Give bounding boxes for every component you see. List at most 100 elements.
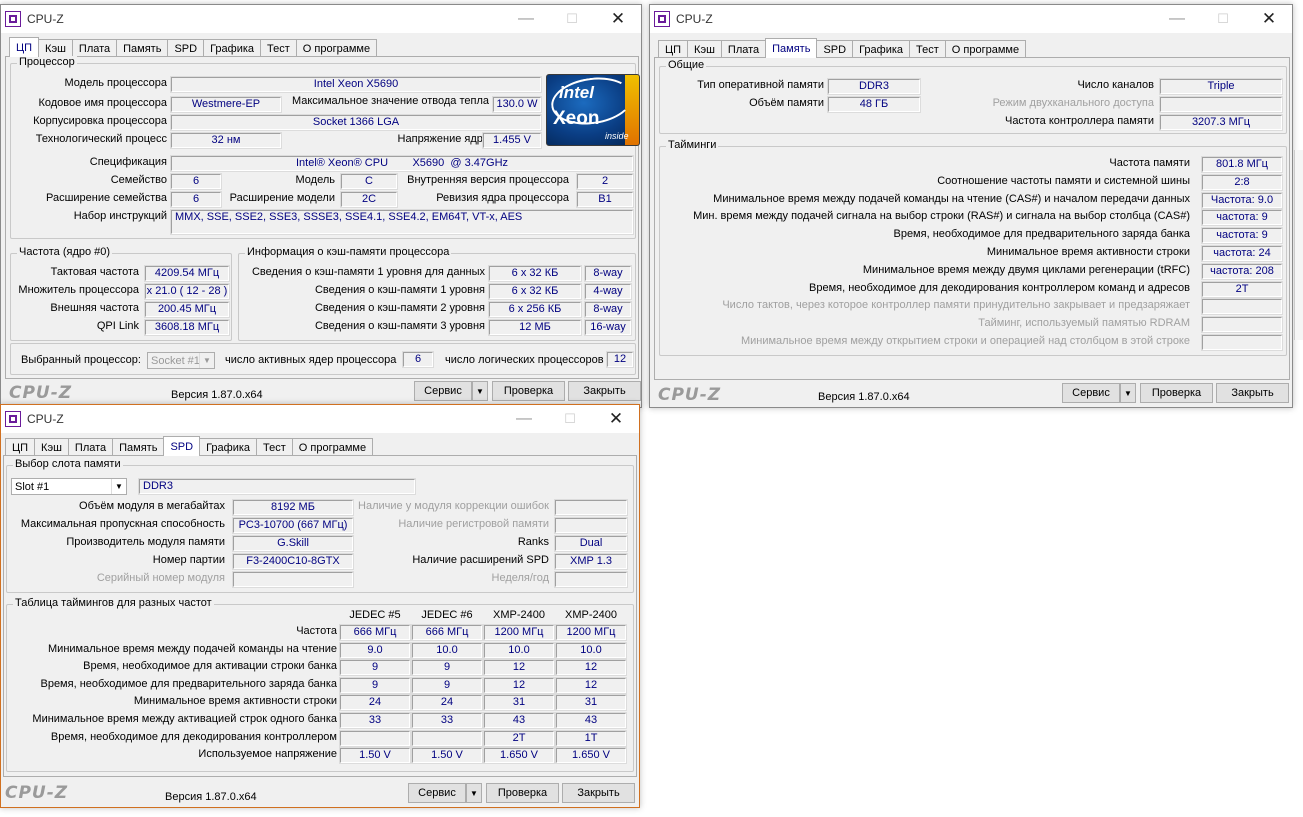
table-row-label: Время, необходимое для активации строки … [83,660,337,673]
table-cell: 1.50 V [339,747,411,765]
cpuz-window-cpu: CPU-Z — ☐ ✕ ЦП Кэш Плата Память SPD Граф… [0,4,642,408]
validate-button[interactable]: Проверка [492,381,565,401]
revision-label: Ревизия ядра процессора [436,192,569,204]
tab-cache[interactable]: Кэш [38,39,73,57]
validate-button[interactable]: Проверка [1140,383,1213,403]
tools-dropdown-icon[interactable]: ▼ [1120,383,1136,403]
timing-label: Соотношение частоты памяти и системной ш… [937,174,1190,187]
tab-about[interactable]: О программе [291,438,374,456]
channels-value: Triple [1159,78,1283,95]
background-window-edge [1294,150,1303,340]
tab-graphics[interactable]: Графика [199,438,258,456]
table-row-label: Используемое напряжение [198,748,337,761]
revision-value: B1 [576,191,634,208]
tab-about[interactable]: О программе [944,40,1027,58]
clocks-group-title: Частота (ядро #0) [17,246,113,258]
tab-spd[interactable]: SPD [163,436,201,456]
timings-table-title: Таблица таймингов для разных частот [13,597,214,609]
tools-dropdown-icon[interactable]: ▼ [466,783,482,803]
memory-type-value: DDR3 [827,78,921,95]
processor-select[interactable]: Socket #1 ▼ [147,352,215,369]
table-cell: 1200 МГц [555,624,627,641]
spd-ext-label: Наличие расширений SPD [412,554,549,566]
close-icon[interactable]: ✕ [1246,5,1292,33]
maximize-icon[interactable]: ☐ [547,405,593,433]
tab-cpu[interactable]: ЦП [9,37,40,57]
tab-mainboard[interactable]: Плата [71,39,118,57]
voltage-value: 1.455 V [482,132,542,149]
tab-bench[interactable]: Тест [260,39,297,57]
tab-memory[interactable]: Память [765,38,818,58]
qpi-value: 3608.18 МГц [144,319,230,336]
bus-speed-label: Внешняя частота [50,302,139,314]
table-row-label: Минимальное время между активацией строк… [32,713,337,725]
cpuz-window-spd: CPU-Z — ☐ ✕ ЦП Кэш Плата Память SPD Граф… [0,404,640,808]
tab-spd[interactable]: SPD [167,39,205,57]
cpuz-logo: CPU-Z [9,383,73,403]
timing-label: Время, необходимое для предварительного … [893,228,1190,241]
slot-select[interactable]: Slot #1 ▼ [11,478,127,495]
tab-memory[interactable]: Память [112,438,165,456]
timing-label: Минимальное время между открытием строки… [740,335,1190,347]
tab-cache[interactable]: Кэш [687,40,722,58]
tab-cache[interactable]: Кэш [34,438,69,456]
close-button[interactable]: Закрыть [568,381,641,401]
timing-value: частота: 9 [1201,227,1283,245]
registered-label: Наличие регистровой памяти [398,518,549,530]
close-icon[interactable]: ✕ [595,5,641,33]
cache-l2-size: 6 x 256 КБ [488,301,582,318]
tools-button[interactable]: Сервис [1062,383,1120,403]
minimize-icon[interactable]: — [503,5,549,33]
threads-label: число логических процессоров [445,354,604,366]
tools-button[interactable]: Сервис [408,783,466,803]
title-bar[interactable]: CPU-Z — ☐ ✕ [1,405,639,433]
timing-label: Минимальное время активности строки [986,246,1190,258]
tools-dropdown-icon[interactable]: ▼ [472,381,488,401]
title-bar[interactable]: CPU-Z — ☐ ✕ [1,5,641,33]
instructions-value: MMX, SSE, SSE2, SSE3, SSSE3, SSE4.1, SSE… [170,209,634,235]
cpu-panel: Процессор Модель процессора Intel Xeon X… [5,56,640,379]
tab-graphics[interactable]: Графика [203,39,262,57]
table-cell: 1.650 V [483,747,555,765]
tab-spd[interactable]: SPD [816,40,854,58]
tools-button[interactable]: Сервис [414,381,472,401]
validate-button[interactable]: Проверка [486,783,559,803]
table-cell: 1.50 V [411,747,483,765]
ranks-label: Ranks [517,536,549,548]
table-cell: 24 [411,694,483,712]
spec-value: Intel® Xeon® CPU X5690 @ 3.47GHz [170,155,634,172]
spd-ext-value: XMP 1.3 [554,553,628,570]
family-value: 6 [170,173,222,190]
minimize-icon[interactable]: — [501,405,547,433]
processor-group: Процессор Модель процессора Intel Xeon X… [10,56,640,239]
tab-bench[interactable]: Тест [256,438,293,456]
close-button[interactable]: Закрыть [1216,383,1289,403]
table-column-header: XMP-2400 [565,609,617,621]
tab-bench[interactable]: Тест [909,40,946,58]
ecc-value [554,499,628,516]
tab-mainboard[interactable]: Плата [67,438,114,456]
table-cell: 10.0 [411,641,483,659]
tab-about[interactable]: О программе [295,39,378,57]
week-year-label: Неделя/год [491,572,550,584]
tab-cpu[interactable]: ЦП [658,40,689,58]
version-text: Версия 1.87.0.x64 [165,791,257,803]
tab-memory[interactable]: Память [116,39,169,57]
maximize-icon[interactable]: ☐ [1200,5,1246,33]
table-column-header: XMP-2400 [493,609,545,621]
table-row-label: Минимальное время между подачей команды … [48,642,337,655]
close-icon[interactable]: ✕ [593,405,639,433]
table-cell: 12 [555,676,627,694]
close-button[interactable]: Закрыть [562,783,635,803]
spec-label: Спецификация [89,156,167,168]
technology-value: 32 нм [170,132,282,149]
tab-graphics[interactable]: Графика [852,40,911,58]
window-title: CPU-Z [27,412,64,426]
tab-cpu[interactable]: ЦП [5,438,36,456]
cpuz-logo: CPU-Z [658,385,722,405]
maximize-icon[interactable]: ☐ [549,5,595,33]
tab-mainboard[interactable]: Плата [720,40,767,58]
week-year-value [554,571,628,588]
minimize-icon[interactable]: — [1154,5,1200,33]
title-bar[interactable]: CPU-Z — ☐ ✕ [650,5,1292,33]
